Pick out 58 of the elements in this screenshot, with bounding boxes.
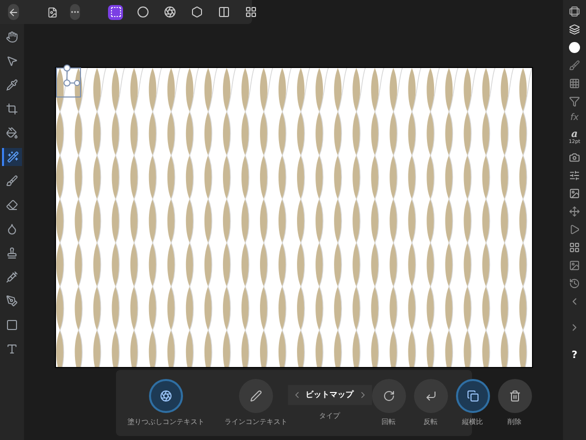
brush-icon[interactable] xyxy=(569,60,580,71)
pipette-icon xyxy=(6,79,18,91)
persona-grid-tab[interactable] xyxy=(243,4,258,20)
persona-grid-icon xyxy=(244,6,256,18)
trash-icon xyxy=(508,390,520,402)
stamp-icon xyxy=(6,247,18,259)
droplet-icon xyxy=(6,223,18,235)
brush-icon xyxy=(6,175,18,187)
more-button[interactable] xyxy=(70,4,80,20)
selection-handle-icon xyxy=(56,64,82,98)
image-icon[interactable] xyxy=(569,260,580,271)
persona-circle-icon xyxy=(136,6,148,18)
context-button[interactable] xyxy=(149,378,183,413)
layers-icon[interactable] xyxy=(569,24,580,35)
persona-aperture-tab[interactable] xyxy=(162,4,177,20)
text-icon xyxy=(6,343,18,355)
color-swatch-icon[interactable] xyxy=(569,42,580,53)
text-style-glyph[interactable]: a xyxy=(571,130,578,140)
document-icon xyxy=(47,6,58,18)
grid-icon[interactable] xyxy=(569,242,580,253)
image-icon[interactable] xyxy=(569,188,580,199)
grid-icon[interactable] xyxy=(569,78,580,89)
move-icon[interactable] xyxy=(569,206,580,217)
context-button[interactable] xyxy=(372,378,406,413)
effects-glyph[interactable]: fx xyxy=(570,114,579,123)
crop-icon xyxy=(6,103,18,115)
filter-icon[interactable] xyxy=(569,96,580,107)
pointer-icon xyxy=(6,55,18,67)
type-selector[interactable]: ビットマップ xyxy=(288,384,372,405)
camera-icon[interactable] xyxy=(569,152,580,163)
persona-hexagon-tab[interactable] xyxy=(189,4,204,20)
back-button[interactable] xyxy=(8,4,19,20)
back-arrow-icon xyxy=(8,6,19,18)
wand-icon xyxy=(7,151,19,163)
square-icon xyxy=(6,319,18,331)
persona-square-tab[interactable] xyxy=(108,4,123,20)
persona-columns-tab[interactable] xyxy=(216,4,231,20)
persona-hexagon-icon xyxy=(190,6,202,18)
history-icon[interactable] xyxy=(569,278,580,289)
hand-icon xyxy=(6,31,18,43)
persona-square-icon xyxy=(110,6,122,18)
rotate-icon xyxy=(382,390,394,402)
play-icon[interactable] xyxy=(569,224,580,235)
pen-icon xyxy=(6,295,18,307)
document-button[interactable] xyxy=(47,5,58,19)
context-button[interactable] xyxy=(239,378,273,413)
persona-columns-icon xyxy=(218,6,230,18)
sliders-icon[interactable] xyxy=(569,170,580,181)
context-button[interactable] xyxy=(498,378,532,413)
paint-bucket-icon xyxy=(6,127,18,139)
persona-aperture-icon xyxy=(164,6,176,18)
syringe-icon xyxy=(6,271,18,283)
wand-tool[interactable] xyxy=(2,148,22,166)
eraser-icon xyxy=(6,199,18,211)
persona-circle-tab[interactable] xyxy=(135,4,150,20)
help-button[interactable]: ? xyxy=(572,348,578,363)
flip-icon xyxy=(424,390,436,402)
context-button[interactable] xyxy=(456,378,490,413)
